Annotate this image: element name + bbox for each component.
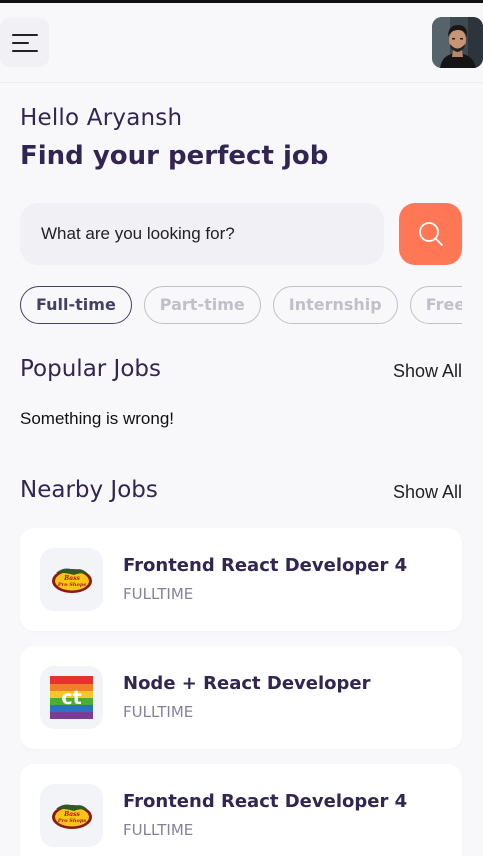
- search-button[interactable]: [399, 203, 462, 265]
- job-title: Frontend React Developer 4: [123, 791, 408, 812]
- page-headline: Find your perfect job: [20, 141, 329, 171]
- bass-pro-shops-logo: Bass Pro Shops: [51, 568, 92, 593]
- job-type: FULLTIME: [123, 821, 194, 839]
- job-card[interactable]: Bass Pro Shops Frontend React Developer …: [20, 528, 462, 631]
- job-type-tabs: Full-time Part-time Internship Freelance: [20, 286, 462, 326]
- tab-part-time[interactable]: Part-time: [143, 286, 261, 324]
- svg-text:Pro Shops: Pro Shops: [56, 818, 86, 824]
- profile-photo: [432, 17, 483, 68]
- job-title: Node + React Developer: [123, 673, 371, 694]
- tab-internship[interactable]: Internship: [272, 286, 398, 324]
- ct-rainbow-logo: ct: [50, 676, 93, 719]
- search-input[interactable]: [41, 224, 361, 244]
- nearby-show-all-link[interactable]: Show All: [393, 482, 462, 503]
- greeting-text: Hello Aryansh: [20, 105, 183, 131]
- company-logo: Bass Pro Shops: [40, 784, 103, 847]
- hamburger-menu-icon: [11, 33, 38, 52]
- job-card[interactable]: Bass Pro Shops Frontend React Developer …: [20, 764, 462, 856]
- menu-button[interactable]: [0, 18, 49, 67]
- job-title: Frontend React Developer 4: [123, 555, 408, 576]
- search-field[interactable]: [20, 203, 384, 265]
- job-type: FULLTIME: [123, 585, 194, 603]
- app-header: [0, 3, 483, 83]
- popular-jobs-title: Popular Jobs: [20, 356, 161, 382]
- popular-show-all-link[interactable]: Show All: [393, 361, 462, 382]
- avatar[interactable]: [432, 17, 483, 68]
- company-logo: Bass Pro Shops: [40, 548, 103, 611]
- company-logo: ct: [40, 666, 103, 729]
- tab-full-time[interactable]: Full-time: [20, 286, 132, 324]
- tab-freelance[interactable]: Freelance: [409, 286, 462, 324]
- nearby-jobs-title: Nearby Jobs: [20, 477, 158, 503]
- job-type: FULLTIME: [123, 703, 194, 721]
- svg-text:Pro Shops: Pro Shops: [56, 582, 86, 588]
- svg-text:ct: ct: [61, 687, 81, 709]
- svg-text:Bass: Bass: [63, 575, 80, 582]
- bass-pro-shops-logo: Bass Pro Shops: [51, 804, 92, 829]
- error-message: Something is wrong!: [20, 409, 175, 428]
- svg-text:Bass: Bass: [63, 811, 80, 818]
- job-card[interactable]: ct Node + React Developer FULLTIME: [20, 646, 462, 749]
- search-icon: [418, 222, 443, 246]
